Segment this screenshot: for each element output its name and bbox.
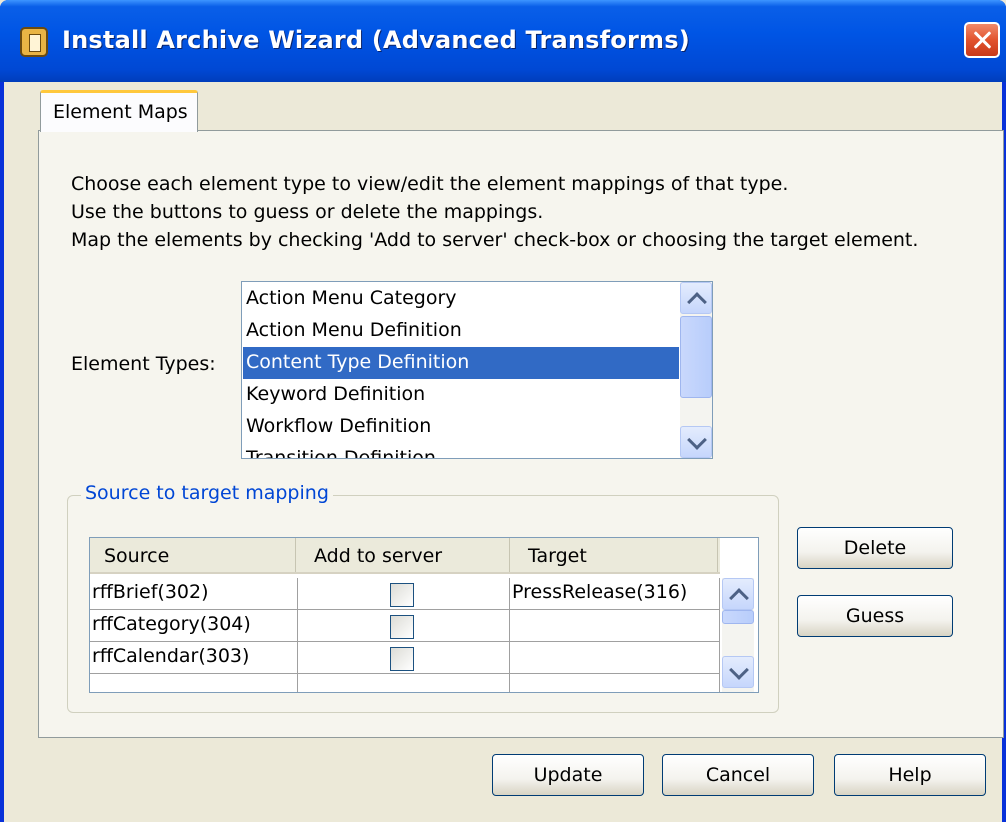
tab-panel: Choose each element type to view/edit th… xyxy=(38,130,1004,738)
instruction-line-2: Use the buttons to guess or delete the m… xyxy=(71,201,544,223)
update-button[interactable]: Update xyxy=(492,754,644,796)
list-item-selected[interactable]: Content Type Definition xyxy=(243,347,679,379)
instruction-line-3: Map the elements by checking 'Add to ser… xyxy=(71,229,919,251)
scroll-up-icon[interactable] xyxy=(680,282,712,314)
table-row[interactable]: rffCalendar(303) xyxy=(90,642,720,674)
add-to-server-checkbox[interactable] xyxy=(390,583,414,607)
title-bar[interactable]: Install Archive Wizard (Advanced Transfo… xyxy=(0,0,1006,82)
help-button[interactable]: Help xyxy=(834,754,986,796)
column-header-add-to-server[interactable]: Add to server xyxy=(296,538,510,572)
list-item[interactable]: Workflow Definition xyxy=(243,411,679,443)
source-cell: rffBrief(302) xyxy=(90,578,298,609)
dialog-body: Element Maps Choose each element type to… xyxy=(4,82,1004,822)
list-item[interactable]: Action Menu Category xyxy=(243,283,679,315)
cancel-button[interactable]: Cancel xyxy=(662,754,814,796)
add-to-server-cell xyxy=(298,610,510,641)
add-to-server-cell xyxy=(298,578,510,609)
target-cell[interactable]: PressRelease(316) xyxy=(510,578,720,609)
window-title: Install Archive Wizard (Advanced Transfo… xyxy=(62,26,690,54)
source-cell: rffCategory(304) xyxy=(90,610,298,641)
empty-cell xyxy=(90,674,298,692)
empty-cell xyxy=(510,674,720,692)
delete-button[interactable]: Delete xyxy=(797,527,953,569)
source-cell: rffCalendar(303) xyxy=(90,642,298,673)
tab-element-maps[interactable]: Element Maps xyxy=(40,90,198,132)
dialog-window: Install Archive Wizard (Advanced Transfo… xyxy=(0,0,1006,822)
archive-wizard-icon xyxy=(20,27,48,57)
close-button[interactable] xyxy=(964,22,1000,58)
table-row[interactable]: rffCategory(304) xyxy=(90,610,720,642)
mapping-table: Source Add to server Target rffBrief(302… xyxy=(89,537,759,693)
table-row[interactable]: rffBrief(302) PressRelease(316) xyxy=(90,578,720,610)
target-cell[interactable] xyxy=(510,610,720,641)
column-header-source[interactable]: Source xyxy=(90,538,296,572)
add-to-server-checkbox[interactable] xyxy=(390,647,414,671)
scroll-thumb[interactable] xyxy=(680,316,712,398)
add-to-server-cell xyxy=(298,642,510,673)
scroll-thumb[interactable] xyxy=(722,610,754,624)
guess-button[interactable]: Guess xyxy=(797,595,953,637)
scroll-down-icon[interactable] xyxy=(722,656,754,688)
element-types-label: Element Types: xyxy=(71,353,216,375)
table-header: Source Add to server Target xyxy=(90,538,720,574)
mapping-group-label: Source to target mapping xyxy=(81,482,333,504)
scroll-up-icon[interactable] xyxy=(722,578,754,610)
column-header-target[interactable]: Target xyxy=(510,538,718,572)
table-scrollbar[interactable] xyxy=(722,578,754,692)
empty-cell xyxy=(298,674,510,692)
target-cell[interactable] xyxy=(510,642,720,673)
add-to-server-checkbox[interactable] xyxy=(390,615,414,639)
list-item[interactable]: Keyword Definition xyxy=(243,379,679,411)
list-item[interactable]: Transition Definition xyxy=(243,443,679,458)
table-row-empty xyxy=(90,674,720,692)
instruction-line-1: Choose each element type to view/edit th… xyxy=(71,173,789,195)
list-item[interactable]: Action Menu Definition xyxy=(243,315,679,347)
scroll-down-icon[interactable] xyxy=(680,426,712,458)
element-types-list[interactable]: Action Menu Category Action Menu Definit… xyxy=(241,281,713,459)
list-scrollbar[interactable] xyxy=(680,282,712,458)
